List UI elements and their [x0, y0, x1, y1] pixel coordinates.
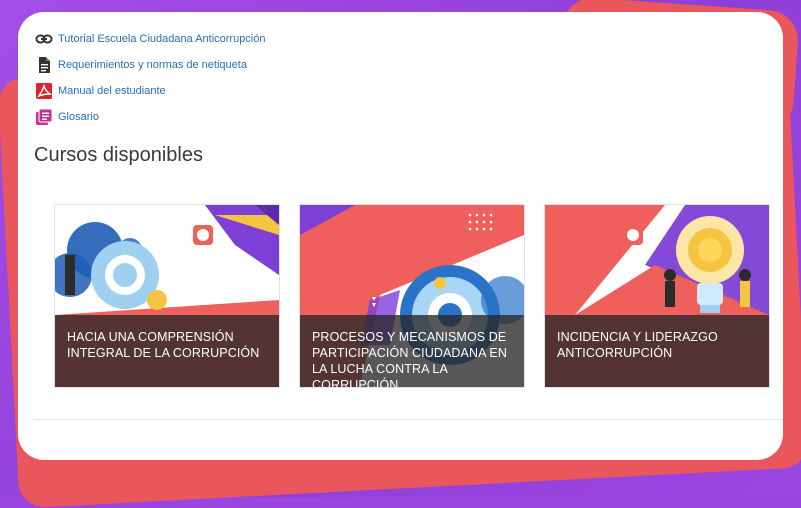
resource-link-tutorial[interactable]: Tutorial Escuela Ciudadana Anticorrupció… — [35, 26, 266, 52]
section-title: Cursos disponibles — [34, 144, 203, 166]
course-title: PROCESOS Y MECANISMOS DE PARTICIPACIÓN C… — [312, 330, 507, 388]
section-divider — [34, 419, 783, 420]
resource-link-netiqueta[interactable]: Requerimientos y normas de netiqueta — [35, 52, 266, 78]
glossary-icon — [35, 108, 53, 126]
content-panel: Tutorial Escuela Ciudadana Anticorrupció… — [18, 12, 783, 460]
pdf-icon — [35, 82, 53, 100]
resource-link-manual[interactable]: Manual del estudiante — [35, 78, 266, 104]
course-title: INCIDENCIA Y LIDERAZGO ANTICORRUPCIÓN — [557, 330, 718, 360]
course-title: HACIA UNA COMPRENSIÓN INTEGRAL DE LA COR… — [67, 330, 260, 360]
course-card-2[interactable]: PROCESOS Y MECANISMOS DE PARTICIPACIÓN C… — [299, 204, 525, 388]
document-icon — [35, 56, 53, 74]
link-icon — [35, 30, 53, 48]
resource-link-label: Tutorial Escuela Ciudadana Anticorrupció… — [58, 33, 266, 45]
course-card-1[interactable]: HACIA UNA COMPRENSIÓN INTEGRAL DE LA COR… — [54, 204, 280, 388]
resource-link-glosario[interactable]: Glosario — [35, 104, 266, 130]
course-card-3[interactable]: INCIDENCIA Y LIDERAZGO ANTICORRUPCIÓN — [544, 204, 770, 388]
resource-link-label: Requerimientos y normas de netiqueta — [58, 59, 247, 71]
resource-link-label: Manual del estudiante — [58, 85, 166, 97]
resource-link-label: Glosario — [58, 111, 99, 123]
resource-links: Tutorial Escuela Ciudadana Anticorrupció… — [35, 26, 266, 130]
